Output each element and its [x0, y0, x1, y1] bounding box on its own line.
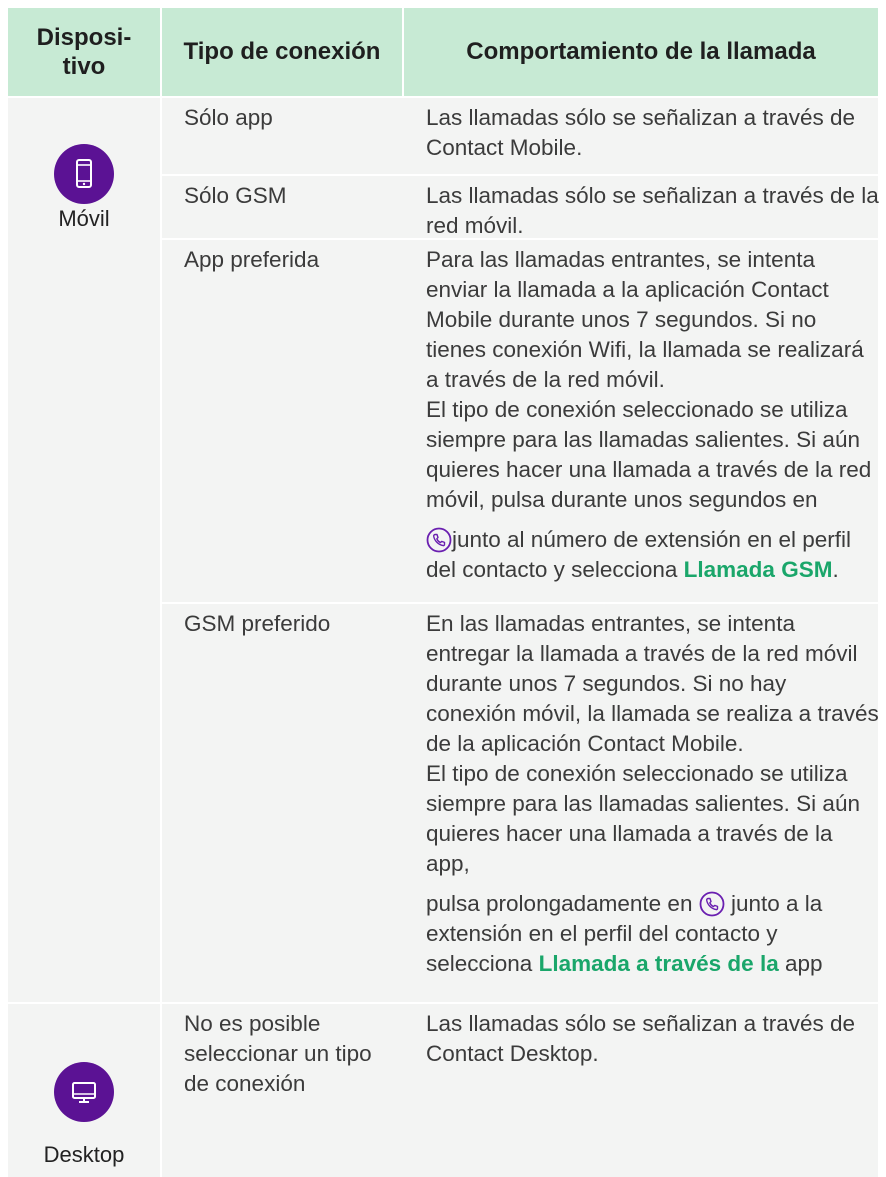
header-tipo: Tipo de conexión: [162, 8, 402, 96]
device-label-movil: Móvil: [58, 206, 110, 231]
comp-gsm-preferido-end: app: [778, 951, 823, 976]
comp-app-preferida-p2: El tipo de conexión seleccionado se util…: [426, 397, 872, 512]
smartphone-icon: [54, 144, 114, 204]
llamada-gsm-highlight: Llamada GSM: [683, 557, 833, 582]
comp-gsm-preferido-p1: En las llamadas entrantes, se intenta en…: [426, 611, 879, 756]
tipo-solo-gsm: Sólo GSM: [184, 183, 287, 208]
comp-solo-gsm: Las llamadas sólo se señalizan a través …: [426, 183, 879, 238]
monitor-icon: [54, 1062, 114, 1122]
comp-desktop: Las llamadas sólo se señalizan a través …: [426, 1011, 855, 1066]
comp-gsm-preferido: En las llamadas entrantes, se intenta en…: [426, 609, 882, 979]
comp-gsm-preferido-p2: El tipo de conexión seleccionado se util…: [426, 761, 860, 876]
phone-icon: [426, 527, 452, 553]
comp-app-preferida-end: .: [832, 557, 839, 582]
header-dispositivo: Disposi- tivo: [8, 8, 160, 96]
comp-gsm-preferido-p3: pulsa prolongadamente en junto a la exte…: [426, 889, 882, 979]
comp-gsm-preferido-p3a: pulsa prolongadamente en: [426, 891, 699, 916]
device-label-desktop: Desktop: [43, 1142, 125, 1167]
device-cell-movil: [8, 98, 160, 1002]
comp-app-preferida-p3: junto al número de extensión en el perfi…: [426, 525, 882, 585]
tipo-app-preferida: App preferida: [184, 247, 320, 272]
header-comportamiento-text: Comportamiento de la llamada: [466, 38, 816, 65]
header-tipo-text: Tipo de conexión: [183, 38, 381, 65]
comp-solo-app: Las llamadas sólo se señalizan a través …: [426, 105, 855, 160]
llamada-app-highlight: Llamada a través de la: [538, 951, 779, 976]
comp-app-preferida: Para las llamadas entrantes, se intenta …: [426, 245, 882, 585]
tipo-gsm-preferido: GSM preferido: [184, 611, 331, 636]
tipo-desktop: No es posible seleccionar un tipo de con…: [184, 1011, 372, 1096]
comp-app-preferida-p1: Para las llamadas entrantes, se intenta …: [426, 247, 864, 392]
header-dispositivo-text: Disposi- tivo: [36, 24, 132, 80]
phone-icon: [699, 891, 725, 917]
tipo-solo-app: Sólo app: [184, 105, 273, 130]
connection-table: Disposi- tivo Tipo de conexión Comportam…: [8, 8, 879, 1177]
header-comportamiento: Comportamiento de la llamada: [404, 8, 878, 96]
